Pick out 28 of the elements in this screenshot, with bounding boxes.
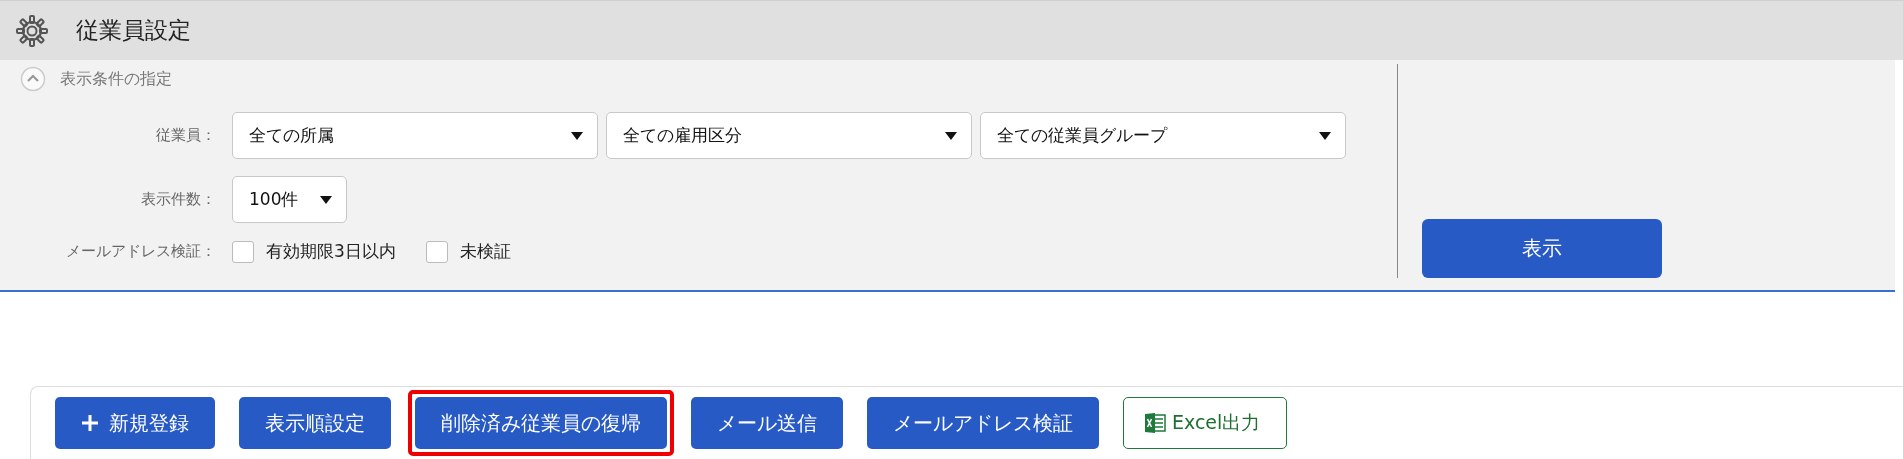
- dropdown[interactable]: 全ての従業員グループ: [980, 112, 1346, 159]
- settings-icon: [16, 14, 48, 47]
- dropdown[interactable]: 100件: [232, 176, 348, 223]
- toolbar-button[interactable]: メールアドレス検証: [867, 397, 1099, 449]
- field-label: 従業員：: [156, 126, 216, 145]
- toolbar-button[interactable]: メール送信: [691, 397, 843, 449]
- toolbar-button[interactable]: Excel出力: [1123, 397, 1288, 449]
- field-label: メールアドレス検証：: [66, 242, 216, 261]
- caret-icon: [320, 195, 333, 204]
- spreadsheet-icon: [1144, 412, 1166, 434]
- checkbox-label: 未検証: [459, 240, 511, 263]
- section-title: 表示条件の指定: [60, 68, 172, 90]
- caret-icon: [571, 131, 583, 140]
- checkbox[interactable]: [232, 240, 254, 263]
- field-label: 表示件数：: [141, 190, 216, 209]
- show-button[interactable]: 表示: [1422, 219, 1662, 278]
- collapse-icon[interactable]: [20, 66, 46, 92]
- caret-icon: [1319, 131, 1331, 140]
- toolbar-button[interactable]: 表示順設定: [239, 397, 391, 449]
- dropdown[interactable]: 全ての所属: [232, 112, 598, 159]
- dropdown[interactable]: 全ての雇用区分: [606, 112, 972, 159]
- toolbar-button[interactable]: 削除済み従業員の復帰: [415, 397, 667, 449]
- plus-icon: [81, 414, 99, 432]
- toolbar-button[interactable]: 新規登録: [55, 397, 215, 449]
- checkbox[interactable]: [425, 240, 448, 263]
- checkbox-label: 有効期限3日以内: [266, 240, 396, 263]
- page-title: 従業員設定: [76, 16, 191, 45]
- caret-icon: [945, 131, 957, 140]
